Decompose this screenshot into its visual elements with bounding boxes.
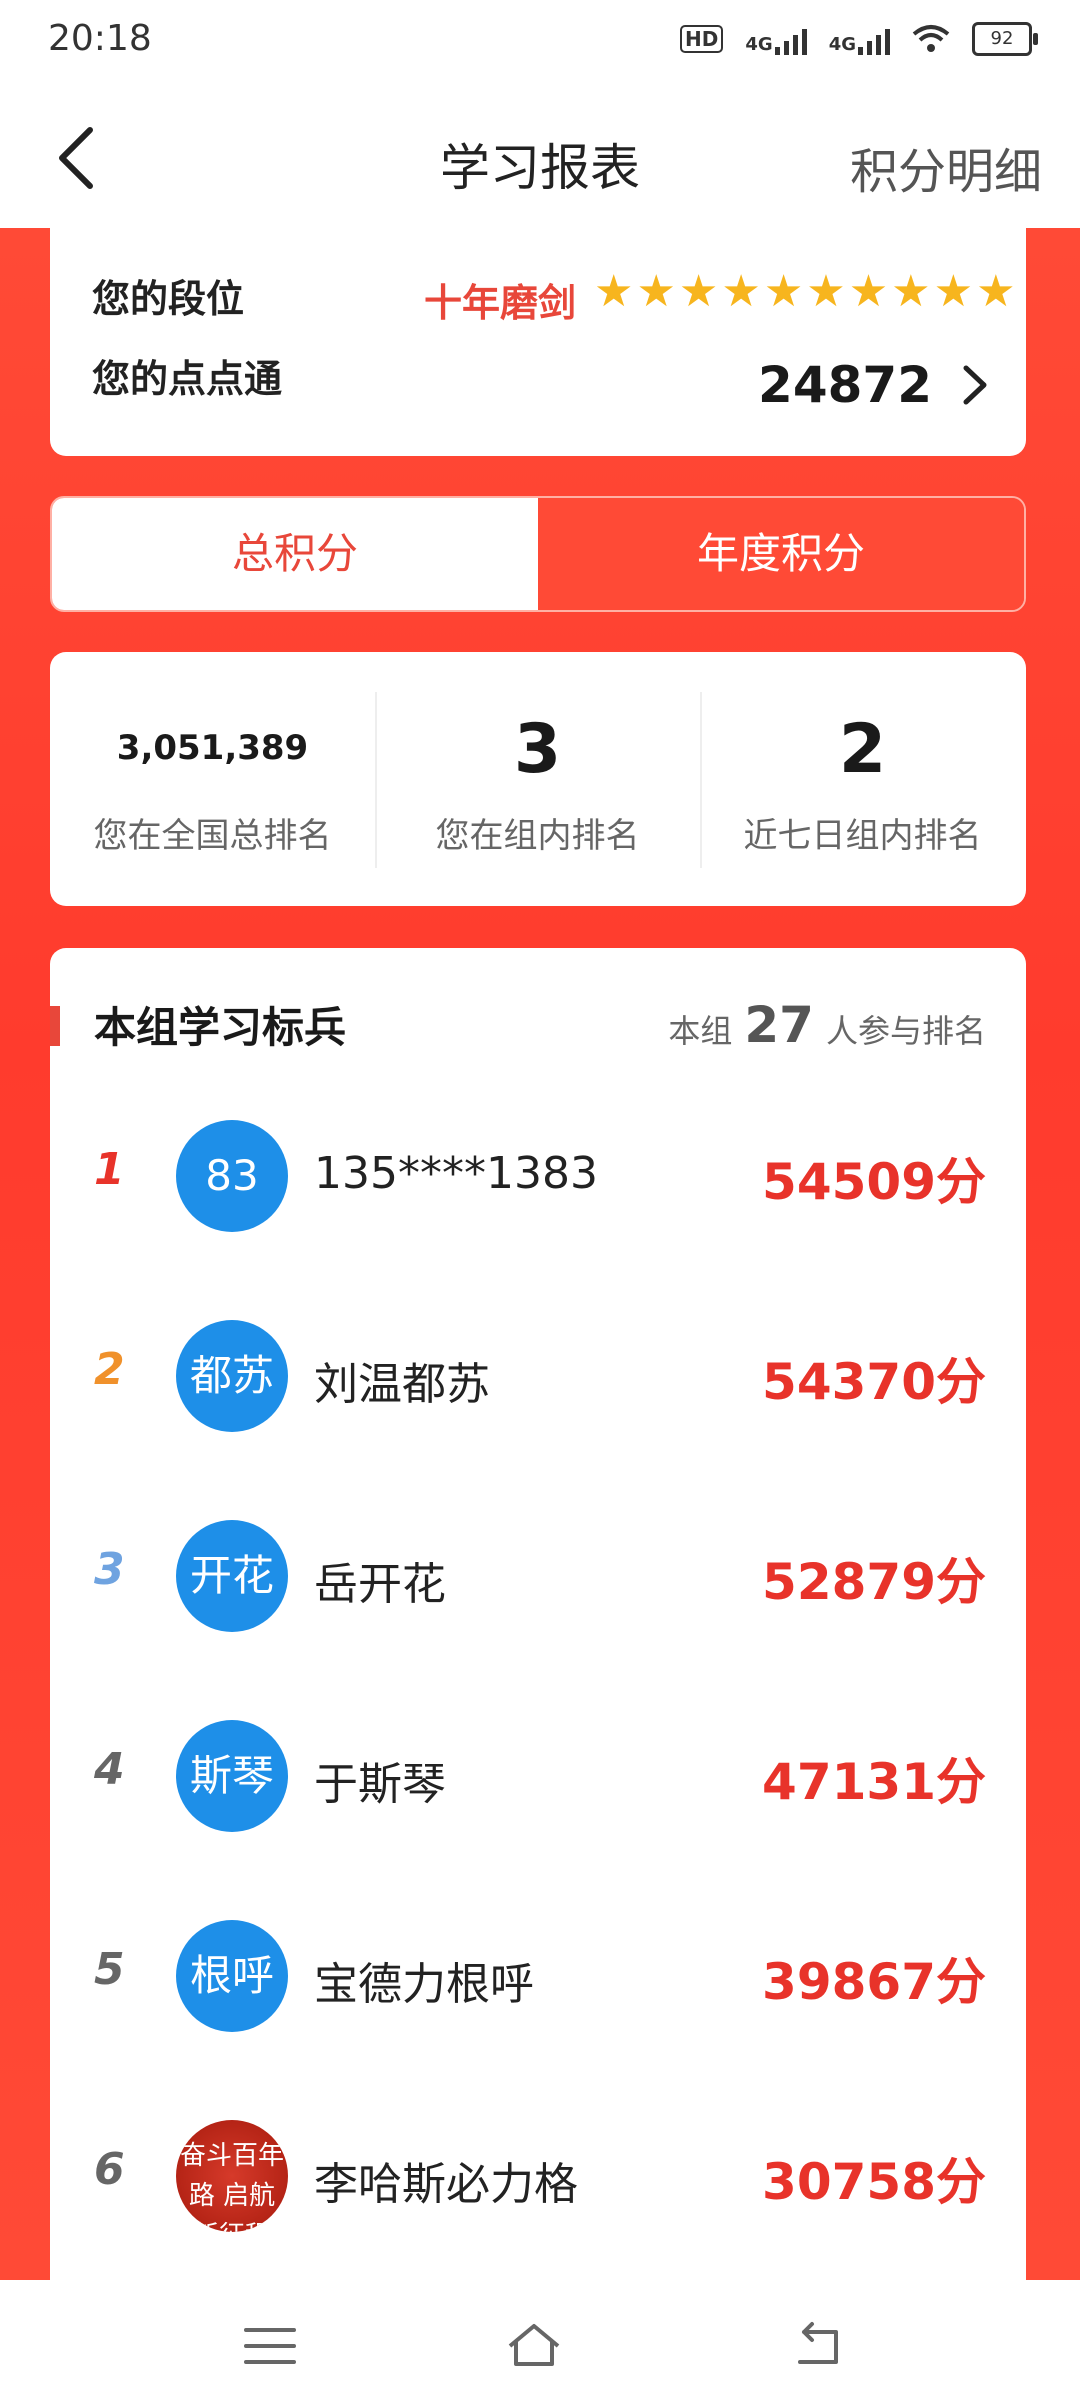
participants-count: 本组 27 人参与排名 — [668, 996, 986, 1054]
avatar: 根呼 — [176, 1920, 288, 2032]
rank-number: 6 — [94, 2144, 125, 2195]
status-icons: HD 4G 4G 92 — [680, 22, 1038, 56]
rank-number: 3 — [94, 1544, 125, 1595]
star-icon: ★ — [848, 266, 889, 317]
tab-annual-score[interactable]: 年度积分 — [538, 498, 1024, 610]
participants-number: 27 — [744, 996, 814, 1054]
star-icon: ★ — [763, 266, 804, 317]
section-accent-bar — [50, 1006, 60, 1046]
score-tabs: 总积分 年度积分 — [50, 496, 1026, 612]
avatar: 斯琴 — [176, 1720, 288, 1832]
tab-total-score[interactable]: 总积分 — [52, 498, 538, 610]
star-icon: ★ — [594, 266, 634, 317]
rank-card: 您的段位 十年磨剑 ★ ★ ★ ★ ★ ★ ★ ★ ★ ★ 您的点点通 2487… — [50, 228, 1026, 456]
ranking-row[interactable]: 1 83 135****1383 54509分 — [50, 1104, 1026, 1244]
level-name: 十年磨剑 — [424, 281, 577, 325]
stat-national-rank: 3,051,389 您在全国总排名 — [50, 652, 375, 906]
user-score: 52879分 — [762, 1553, 986, 1611]
participants-prefix: 本组 — [668, 1012, 733, 1050]
user-name: 宝德力根呼 — [314, 1959, 534, 2010]
stat-label: 您在全国总排名 — [93, 816, 332, 856]
stat-value: 2 — [838, 710, 887, 789]
stat-value: 3,051,389 — [116, 728, 309, 768]
system-nav-bar — [0, 2280, 1080, 2408]
participants-suffix: 人参与排名 — [825, 1012, 986, 1050]
ddt-value[interactable]: 24872 — [758, 356, 932, 414]
stat-label: 您在组内排名 — [435, 816, 640, 856]
user-name: 李哈斯必力格 — [314, 2159, 578, 2210]
rank-number: 4 — [94, 1744, 125, 1795]
ddt-label: 您的点点通 — [92, 357, 283, 401]
battery-icon: 92 — [972, 22, 1038, 56]
rank-number: 5 — [94, 1944, 125, 1995]
avatar: 83 — [176, 1120, 288, 1232]
header: 学习报表 积分明细 — [0, 84, 1080, 228]
user-score: 39867分 — [762, 1953, 986, 2011]
star-icon: ★ — [721, 266, 761, 317]
stats-card: 3,051,389 您在全国总排名 3 您在组内排名 2 近七日组内排名 — [50, 652, 1026, 906]
signal-icon-2: 4G — [829, 23, 890, 55]
stat-label: 近七日组内排名 — [743, 816, 982, 856]
home-icon[interactable] — [504, 2316, 564, 2376]
user-name: 于斯琴 — [314, 1759, 446, 1810]
user-score: 47131分 — [762, 1753, 986, 1811]
user-name: 135****1383 — [314, 1148, 598, 1199]
stat-value: 3 — [513, 710, 562, 789]
ranking-row[interactable]: 2 都苏 刘温都苏 54370分 — [50, 1304, 1026, 1444]
section-title: 本组学习标兵 — [94, 1003, 347, 1052]
avatar: 开花 — [176, 1520, 288, 1632]
avatar-image: 奋斗百年路 启航新征程 — [176, 2120, 288, 2232]
user-name: 岳开花 — [314, 1559, 446, 1610]
star-icon: ★ — [806, 266, 846, 317]
ranking-row[interactable]: 3 开花 岳开花 52879分 — [50, 1504, 1026, 1644]
rank-number: 2 — [94, 1344, 125, 1395]
wifi-icon — [912, 25, 950, 52]
hd-icon: HD — [680, 25, 724, 53]
star-icon: ★ — [891, 266, 931, 317]
level-stars: ★ ★ ★ ★ ★ ★ ★ ★ ★ ★ — [594, 268, 1016, 316]
status-time: 20:18 — [48, 18, 152, 59]
star-icon: ★ — [976, 266, 1016, 317]
user-score: 30758分 — [762, 2153, 986, 2211]
stat-week-rank: 2 近七日组内排名 — [700, 652, 1025, 906]
status-bar: 20:18 HD 4G 4G 92 — [0, 0, 1080, 84]
avatar: 都苏 — [176, 1320, 288, 1432]
star-icon: ★ — [636, 266, 676, 317]
user-score: 54509分 — [762, 1153, 986, 1211]
star-icon: ★ — [678, 266, 719, 317]
points-detail-link[interactable]: 积分明细 — [850, 132, 1042, 202]
ranking-row[interactable]: 5 根呼 宝德力根呼 39867分 — [50, 1904, 1026, 2044]
ranking-row[interactable]: 4 斯琴 于斯琴 47131分 — [50, 1704, 1026, 1844]
star-icon: ★ — [933, 266, 974, 317]
chevron-right-icon[interactable] — [954, 360, 994, 410]
stat-group-rank: 3 您在组内排名 — [375, 652, 700, 906]
ranking-card: 本组学习标兵 本组 27 人参与排名 1 83 135****1383 5450… — [50, 948, 1026, 2348]
menu-icon[interactable] — [240, 2316, 300, 2376]
user-name: 刘温都苏 — [314, 1359, 490, 1410]
user-score: 54370分 — [762, 1353, 986, 1411]
avatar-image-text: 奋斗百年路 启航新征程 — [179, 2141, 284, 2232]
back-nav-icon[interactable] — [790, 2316, 850, 2376]
ranking-row[interactable]: 6 奋斗百年路 启航新征程 李哈斯必力格 30758分 — [50, 2104, 1026, 2244]
signal-icon: 4G — [745, 23, 807, 55]
rank-number: 1 — [94, 1144, 125, 1195]
level-label: 您的段位 — [92, 277, 245, 321]
